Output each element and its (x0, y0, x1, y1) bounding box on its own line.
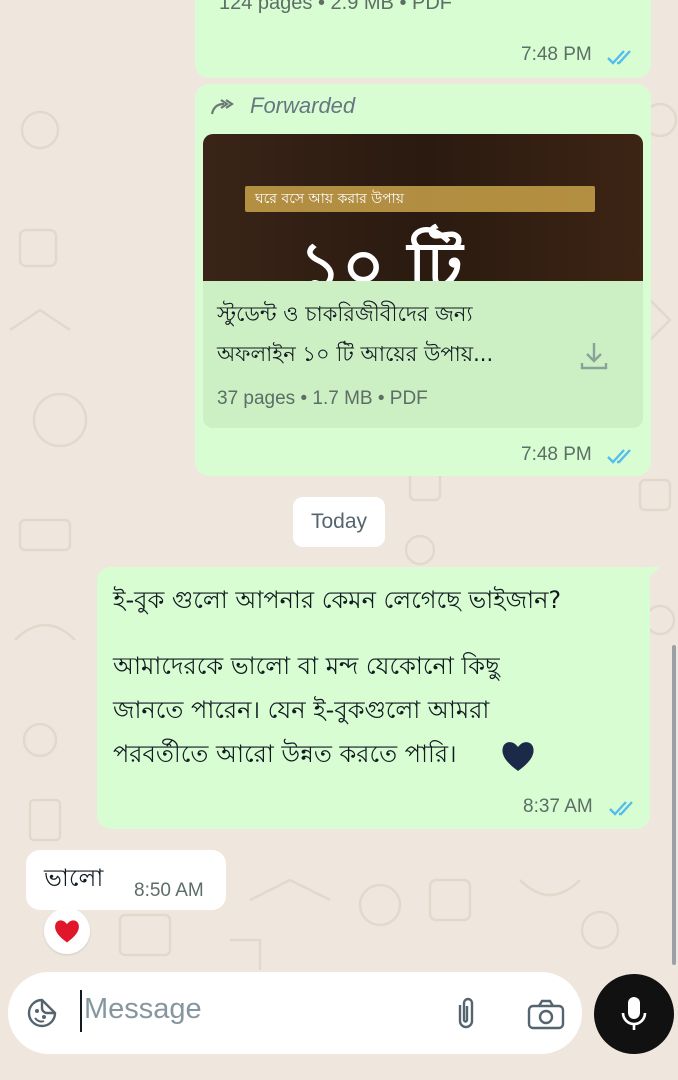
outgoing-text-line2: আমাদেরকে ভালো বা মন্দ যেকোনো কিছু (113, 652, 500, 680)
document-card[interactable]: ঘরে বসে আয় করার উপায় ১০ টি স্টুডেন্ট ও… (203, 134, 643, 428)
prev-document-bubble[interactable]: 124 pages • 2.9 MB • PDF (195, 0, 651, 78)
document-meta: 37 pages • 1.7 MB • PDF (217, 388, 428, 409)
mic-button[interactable] (594, 974, 674, 1054)
prev-document-time: 7:48 PM (521, 44, 592, 65)
double-check-icon (607, 449, 631, 464)
outgoing-text-line3: জানতে পারেন। যেন ই-বুকগুলো আমরা (113, 696, 490, 724)
thumbnail-caption: ঘরে বসে আয় করার উপায় (255, 191, 404, 207)
thumbnail-big-text: ১০ টি (299, 228, 463, 282)
forwarded-document-bubble[interactable]: Forwarded ঘরে বসে আয় করার উপায় ১০ টি স… (195, 84, 651, 476)
mic-icon (621, 997, 647, 1030)
outgoing-text-bubble[interactable]: ই-বুক গুলো আপনার কেমন লেগেছে ভাইজান? আমা… (97, 567, 660, 829)
incoming-time: 8:50 AM (134, 880, 204, 901)
heart-icon (502, 742, 534, 771)
prev-document-meta: 124 pages • 2.9 MB • PDF (219, 0, 453, 14)
attach-icon[interactable] (452, 995, 480, 1031)
double-check-icon (609, 801, 633, 816)
double-check-icon (607, 50, 631, 65)
scrollbar[interactable] (672, 645, 676, 965)
document-title-line2: অফলাইন ১০ টি আয়ের উপায়... (217, 342, 494, 366)
bubble-tail (642, 567, 660, 583)
forwarded-label: Forwarded (250, 93, 356, 118)
document-thumbnail: ঘরে বসে আয় করার উপায় ১০ টি (203, 134, 643, 281)
incoming-text: ভালো (44, 864, 104, 892)
reaction-badge[interactable] (44, 908, 90, 954)
incoming-text-bubble[interactable]: ভালো 8:50 AM (26, 850, 226, 910)
sticker-icon[interactable] (26, 997, 58, 1029)
download-icon[interactable] (577, 339, 611, 373)
text-caret (80, 990, 82, 1032)
outgoing-text-line4: পরবর্তীতে আরো উন্নত করতে পারি। (113, 740, 457, 768)
heart-icon (55, 920, 79, 943)
document-title-line1: স্টুডেন্ট ও চাকরিজীবীদের জন্য (217, 302, 473, 326)
forward-icon (210, 99, 234, 115)
outgoing-text-line1: ই-বুক গুলো আপনার কেমন লেগেছে ভাইজান? (113, 586, 562, 614)
forwarded-document-time: 7:48 PM (521, 444, 592, 465)
outgoing-text-time: 8:37 AM (523, 796, 593, 817)
camera-icon[interactable] (526, 998, 566, 1030)
message-input-placeholder[interactable]: Message (84, 993, 202, 1026)
date-chip: Today (293, 497, 385, 547)
